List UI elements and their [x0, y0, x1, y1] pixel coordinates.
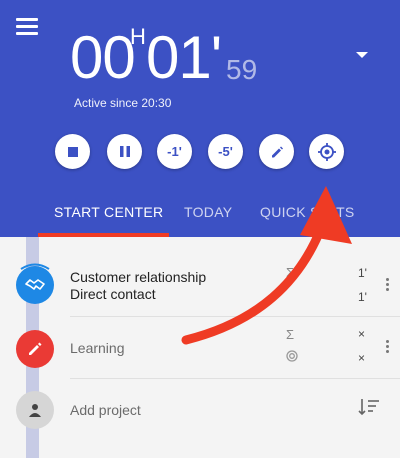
- annotation-arrow: [181, 186, 352, 345]
